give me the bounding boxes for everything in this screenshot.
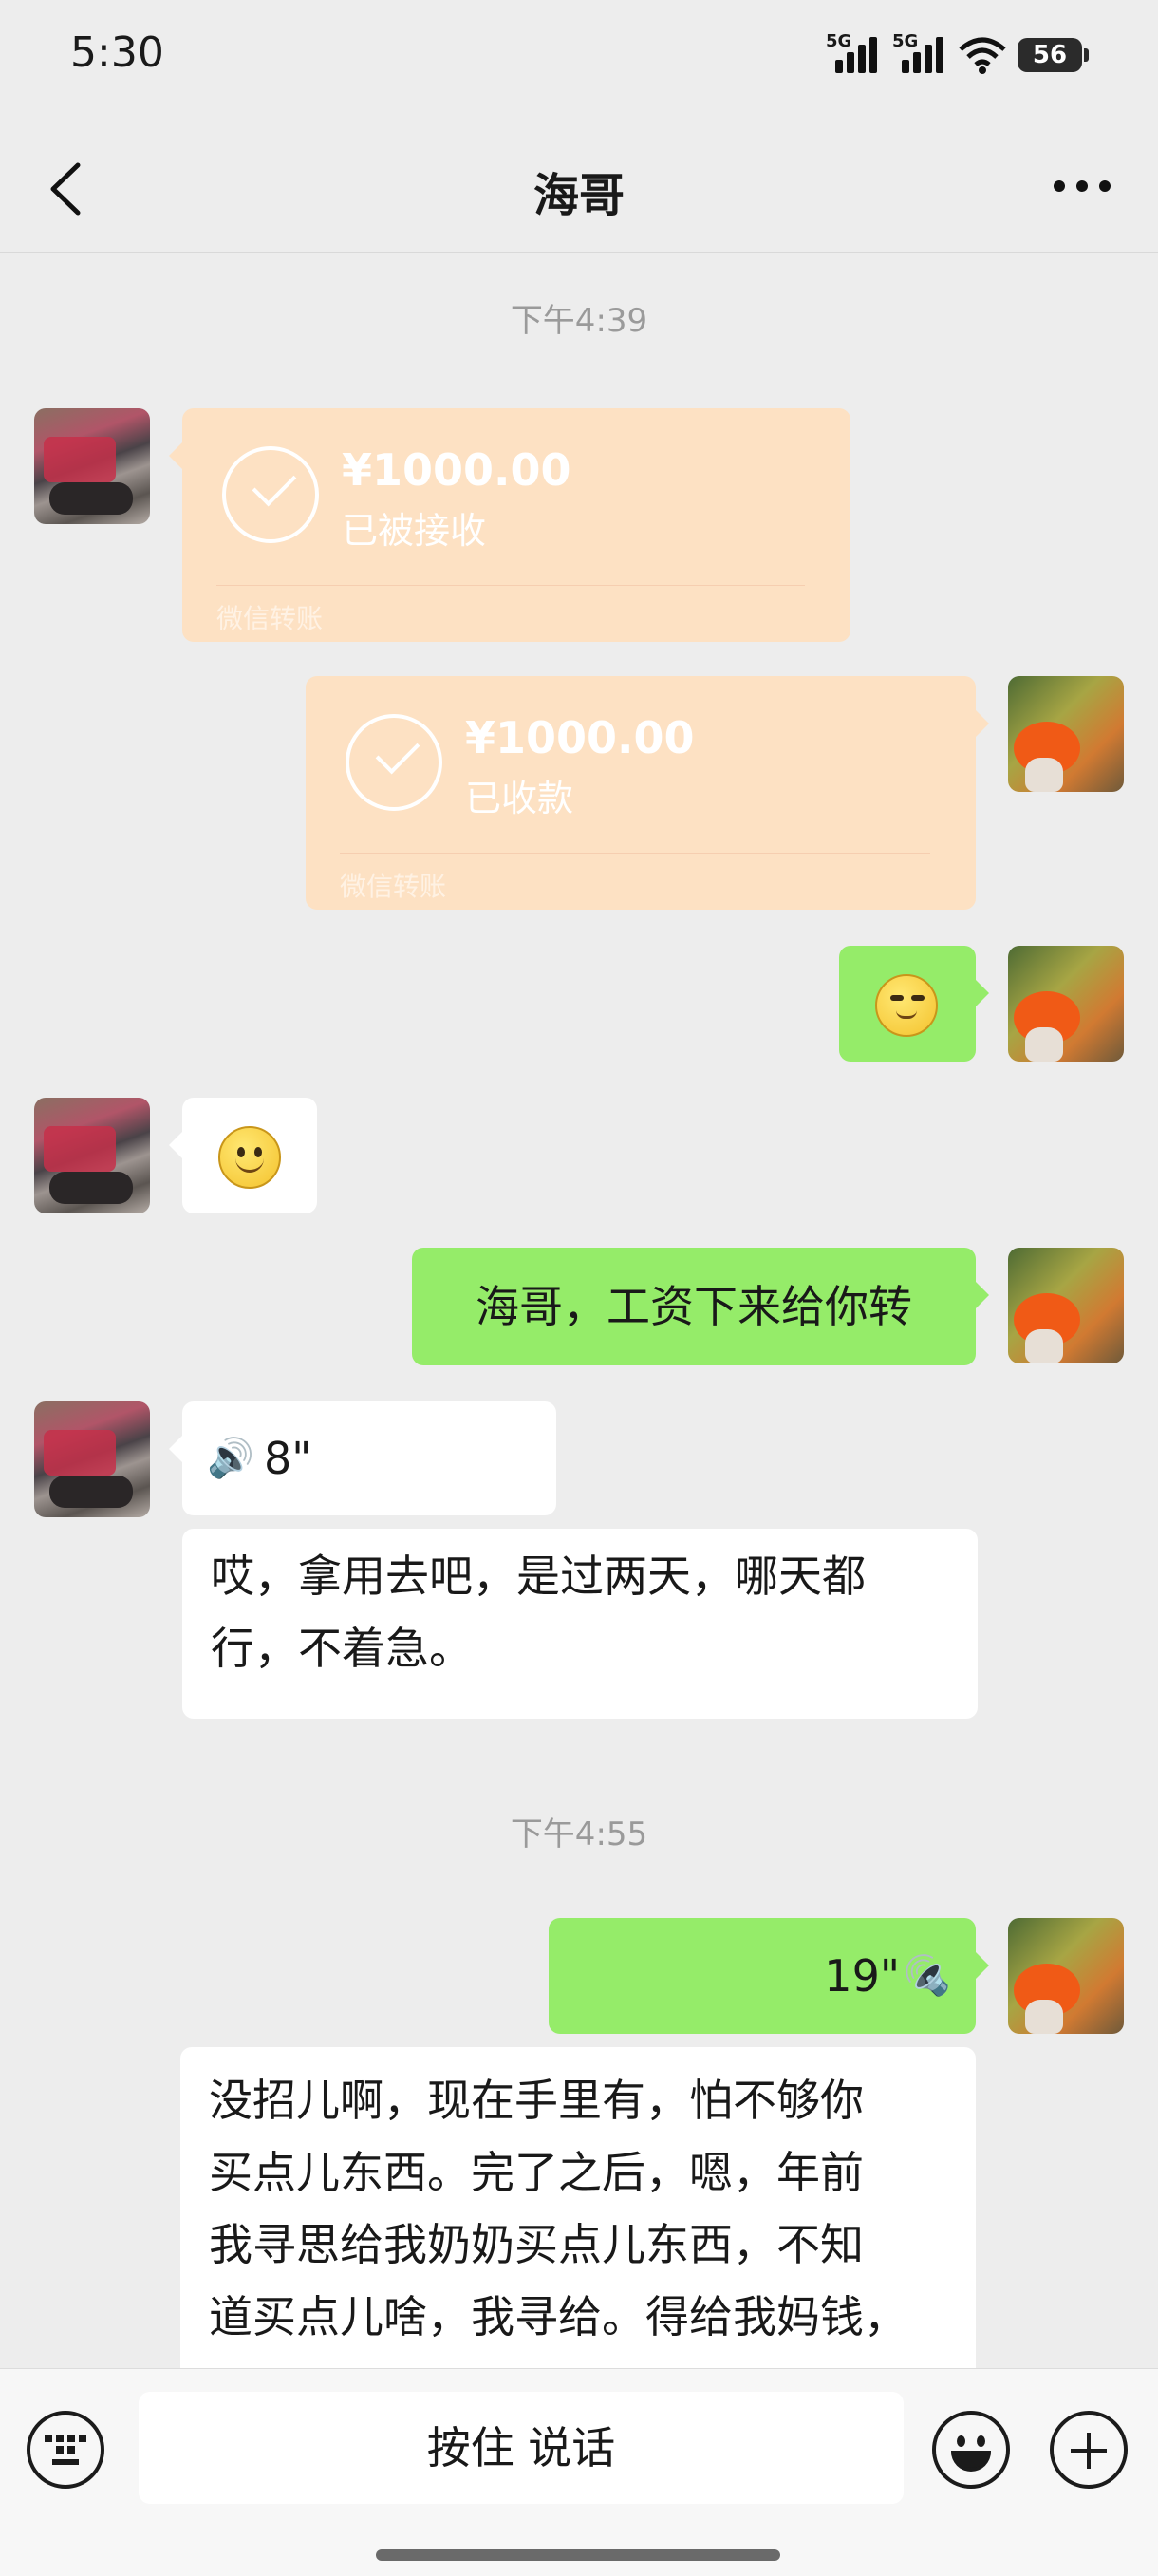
transfer-amount: ¥1000.00 (342, 444, 571, 496)
input-bar: 按住 说话 (0, 2368, 1158, 2576)
divider (216, 585, 805, 586)
smile-emoji-icon (218, 1126, 281, 1189)
message-text-line: 没招儿啊，现在手里有，怕不够你 (209, 2075, 864, 2126)
hold-to-talk-button[interactable]: 按住 说话 (139, 2392, 904, 2504)
voice-wave-icon: 🔊 (207, 1437, 254, 1480)
my-avatar[interactable] (1008, 676, 1124, 792)
plus-icon[interactable] (1050, 2411, 1128, 2489)
status-time: 5:30 (70, 28, 164, 77)
emoji-icon[interactable] (932, 2411, 1010, 2489)
message-text: 海哥，工资下来给你转 (476, 1281, 912, 1332)
message-bubble-text[interactable]: 没招儿啊，现在手里有，怕不够你 买点儿东西。完了之后，嗯，年前 我寻思给我奶奶买… (180, 2047, 976, 2389)
keyboard-icon[interactable] (27, 2411, 104, 2489)
timestamp: 下午4:39 (510, 302, 648, 340)
message-text-line: 买点儿东西。完了之后，嗯，年前 (209, 2147, 864, 2198)
check-circle-icon (222, 446, 319, 543)
transfer-footer: 微信转账 (340, 871, 447, 902)
message-text-line: 我寻思给我奶奶买点儿东西，不知 (209, 2219, 864, 2270)
message-text-line: 道买点儿啥，我寻给。得给我妈钱， (209, 2291, 907, 2342)
transfer-status: 已被接收 (342, 510, 487, 552)
wifi-icon (959, 37, 1006, 74)
voice-duration: 19" (824, 1950, 900, 2002)
signal-icon: 5G (892, 31, 947, 73)
my-avatar[interactable] (1008, 1918, 1124, 2034)
more-options-icon[interactable] (1054, 180, 1111, 197)
message-bubble-text[interactable]: 哎，拿用去吧，是过两天，哪天都 行，不着急。 (182, 1529, 978, 1719)
transfer-amount: ¥1000.00 (465, 712, 695, 763)
divider (340, 853, 930, 854)
voice-wave-icon: 🔊 (904, 1954, 951, 1998)
my-avatar[interactable] (1008, 946, 1124, 1062)
battery-level: 56 (1032, 41, 1068, 69)
message-text-line: 哎，拿用去吧，是过两天，哪天都 (211, 1551, 866, 1602)
check-circle-icon (346, 714, 442, 811)
status-bar: 5:30 5G 5G 56 (0, 0, 1158, 114)
contact-avatar[interactable] (34, 408, 150, 524)
chat-title: 海哥 (532, 169, 625, 222)
voice-message-bubble[interactable]: 🔊 8" (169, 1401, 556, 1515)
transfer-footer: 微信转账 (216, 603, 324, 634)
network-type-label: 5G (826, 31, 852, 51)
message-bubble-text[interactable]: 海哥，工资下来给你转 (412, 1248, 989, 1365)
contact-avatar[interactable] (34, 1098, 150, 1213)
my-avatar[interactable] (1008, 1248, 1124, 1363)
message-bubble-emoji[interactable] (169, 1098, 317, 1213)
home-indicator[interactable] (376, 2549, 780, 2561)
message-bubble-emoji[interactable] (839, 946, 989, 1062)
signal-icon: 5G (826, 31, 881, 73)
voice-message-bubble[interactable]: 19" 🔊 (549, 1918, 989, 2034)
smirk-emoji-icon (875, 974, 938, 1037)
transfer-card-collected[interactable]: ¥1000.00 已收款 微信转账 (306, 676, 989, 910)
timestamp: 下午4:55 (510, 1815, 648, 1853)
chat-header: 海哥 (0, 123, 1158, 253)
voice-duration: 8" (264, 1433, 312, 1484)
message-text-line: 行，不着急。 (211, 1623, 473, 1674)
transfer-card-received[interactable]: ¥1000.00 已被接收 微信转账 (169, 408, 850, 642)
status-icons: 5G 5G 56 (826, 27, 1089, 84)
battery-icon: 56 (1018, 38, 1089, 72)
transfer-status: 已收款 (465, 778, 574, 819)
network-type-label: 5G (892, 31, 919, 51)
contact-avatar[interactable] (34, 1401, 150, 1517)
